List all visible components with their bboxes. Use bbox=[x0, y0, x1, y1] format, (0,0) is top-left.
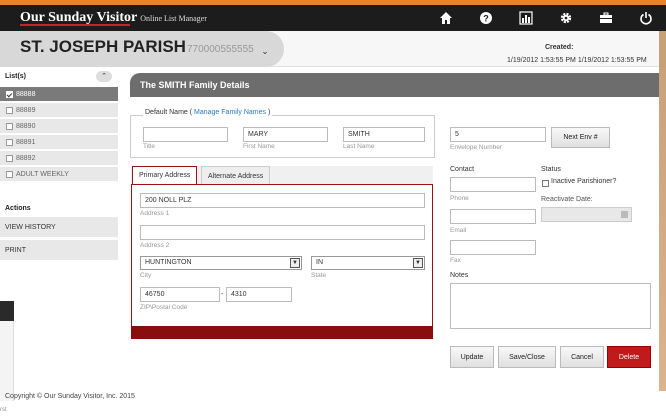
notes-label: Notes bbox=[450, 272, 469, 279]
envelope-number-label: Envelope Number bbox=[450, 144, 503, 151]
fax-label: Fax bbox=[450, 257, 461, 264]
update-button[interactable]: Update bbox=[450, 346, 494, 368]
reactivate-date-input bbox=[541, 207, 632, 222]
briefcase-icon[interactable] bbox=[586, 5, 626, 31]
left-panel-fragment-light bbox=[0, 321, 14, 401]
list-item-label: 88891 bbox=[16, 138, 36, 146]
list-item-label: 88889 bbox=[16, 106, 36, 114]
right-edge-decoration bbox=[659, 31, 666, 67]
tab-primary-address[interactable]: Primary Address bbox=[132, 166, 198, 185]
chevron-down-icon[interactable]: ▼ bbox=[413, 258, 423, 268]
checkbox[interactable] bbox=[6, 138, 13, 146]
parish-number: 770000555555 bbox=[187, 44, 254, 55]
phone-input[interactable] bbox=[450, 209, 536, 224]
status-label: Status bbox=[541, 166, 561, 173]
zip-label: ZIP\Postal Code bbox=[140, 304, 188, 311]
list-item-label: 88890 bbox=[16, 122, 36, 130]
list-item-label: ADULT WEEKLY bbox=[16, 170, 69, 178]
list-item-label: 88888 bbox=[16, 90, 36, 98]
checkbox[interactable] bbox=[6, 154, 13, 162]
city-value: HUNTINGTON bbox=[145, 259, 192, 266]
brand-subtitle: Online List Manager bbox=[140, 13, 207, 23]
address2-input[interactable] bbox=[140, 225, 425, 240]
sidebar: List(s) ⌃ 88888 88889 88890 88891 88892 … bbox=[0, 67, 120, 417]
list-item-label: 88892 bbox=[16, 154, 36, 162]
power-icon[interactable] bbox=[626, 5, 666, 31]
title-input[interactable] bbox=[143, 127, 228, 142]
parish-name: ST. JOSEPH PARISH bbox=[20, 37, 186, 56]
list-item-88890[interactable]: 88890 bbox=[0, 119, 118, 134]
state-select[interactable]: IN ▼ bbox=[311, 256, 425, 270]
notes-textarea[interactable] bbox=[450, 283, 651, 329]
left-panel-fragment bbox=[0, 301, 14, 321]
next-env-button[interactable]: Next Env # bbox=[551, 127, 610, 148]
address1-label: Address 1 bbox=[140, 210, 170, 217]
brand-underline bbox=[20, 24, 130, 26]
inactive-parishioner-checkbox[interactable] bbox=[542, 180, 549, 187]
reactivate-date-label: Reactivate Date: bbox=[541, 196, 593, 203]
created-dates: 1/19/2012 1:53:55 PM 1/19/2012 1:53:55 P… bbox=[507, 57, 647, 64]
zip4-input[interactable]: 4310 bbox=[226, 287, 292, 302]
list-item-88888[interactable]: 88888 bbox=[0, 87, 118, 102]
address1-input[interactable]: 200 NOLL PLZ bbox=[140, 193, 425, 208]
list-item-88889[interactable]: 88889 bbox=[0, 103, 118, 118]
help-icon[interactable]: ? bbox=[466, 5, 506, 31]
home-icon[interactable] bbox=[426, 5, 466, 31]
city-label: City bbox=[140, 272, 152, 279]
delete-button[interactable]: Delete bbox=[607, 346, 651, 368]
footer-copyright: Copyright © Our Sunday Visitor, Inc. 201… bbox=[5, 393, 135, 400]
report-icon[interactable] bbox=[506, 5, 546, 31]
checkbox[interactable] bbox=[6, 122, 13, 130]
address2-label: Address 2 bbox=[140, 242, 170, 249]
state-value: IN bbox=[316, 259, 323, 266]
main-panel-edge bbox=[659, 67, 666, 391]
list-item-88891[interactable]: 88891 bbox=[0, 135, 118, 150]
list-item-88892[interactable]: 88892 bbox=[0, 151, 118, 166]
zip-separator: - bbox=[221, 291, 224, 298]
details-header: The SMITH Family Details bbox=[130, 73, 659, 97]
actions-title: Actions bbox=[5, 205, 31, 212]
first-name-input[interactable]: MARY bbox=[243, 127, 328, 142]
print-button[interactable]: PRINT bbox=[0, 240, 118, 260]
default-name-legend: Default Name ( Manage Family Names ) bbox=[143, 109, 273, 116]
created-label: Created: bbox=[545, 44, 574, 51]
inactive-parishioner-label: Inactive Parishioner? bbox=[551, 178, 617, 185]
calendar-icon bbox=[621, 211, 628, 218]
view-history-button[interactable]: VIEW HISTORY bbox=[0, 217, 118, 237]
envelope-number-input[interactable]: 5 bbox=[450, 127, 546, 142]
zip-input[interactable]: 46750 bbox=[140, 287, 220, 302]
gear-icon[interactable] bbox=[546, 5, 586, 31]
legend-text: Default Name ( bbox=[145, 109, 193, 116]
email-input[interactable] bbox=[450, 240, 536, 255]
lists-title: List(s) bbox=[5, 73, 26, 80]
address-panel-footer bbox=[131, 326, 433, 339]
list-item-adult-weekly[interactable]: ADULT WEEKLY bbox=[0, 167, 118, 182]
checkbox[interactable] bbox=[6, 106, 13, 114]
nav-icons: ? bbox=[426, 5, 666, 31]
cancel-button[interactable]: Cancel bbox=[560, 346, 604, 368]
chevron-down-icon[interactable]: ⌄ bbox=[259, 46, 271, 56]
svg-text:?: ? bbox=[483, 14, 489, 24]
checkbox[interactable] bbox=[6, 170, 13, 178]
email-label: Email bbox=[450, 227, 467, 234]
manage-family-names-link[interactable]: Manage Family Names bbox=[194, 109, 266, 116]
collapse-lists-button[interactable]: ⌃ bbox=[96, 71, 112, 82]
city-select[interactable]: HUNTINGTON ▼ bbox=[140, 256, 302, 270]
checkbox[interactable] bbox=[6, 90, 13, 98]
contact-input[interactable] bbox=[450, 177, 536, 192]
chevron-down-icon[interactable]: ▼ bbox=[290, 258, 300, 268]
legend-close: ) bbox=[267, 109, 271, 116]
top-navbar: Our Sunday Visitor Online List Manager ? bbox=[0, 5, 666, 31]
tab-alternate-address[interactable]: Alternate Address bbox=[201, 166, 271, 185]
left-fragment-text: rst bbox=[0, 407, 7, 413]
last-name-label: Last Name bbox=[343, 143, 375, 150]
save-close-button[interactable]: Save/Close bbox=[498, 346, 556, 368]
contact-label: Contact bbox=[450, 166, 475, 173]
last-name-input[interactable]: SMITH bbox=[343, 127, 425, 142]
first-name-label: First Name bbox=[243, 143, 275, 150]
state-label: State bbox=[311, 272, 327, 279]
phone-label: Phone bbox=[450, 195, 469, 202]
title-label: Title bbox=[143, 143, 156, 150]
